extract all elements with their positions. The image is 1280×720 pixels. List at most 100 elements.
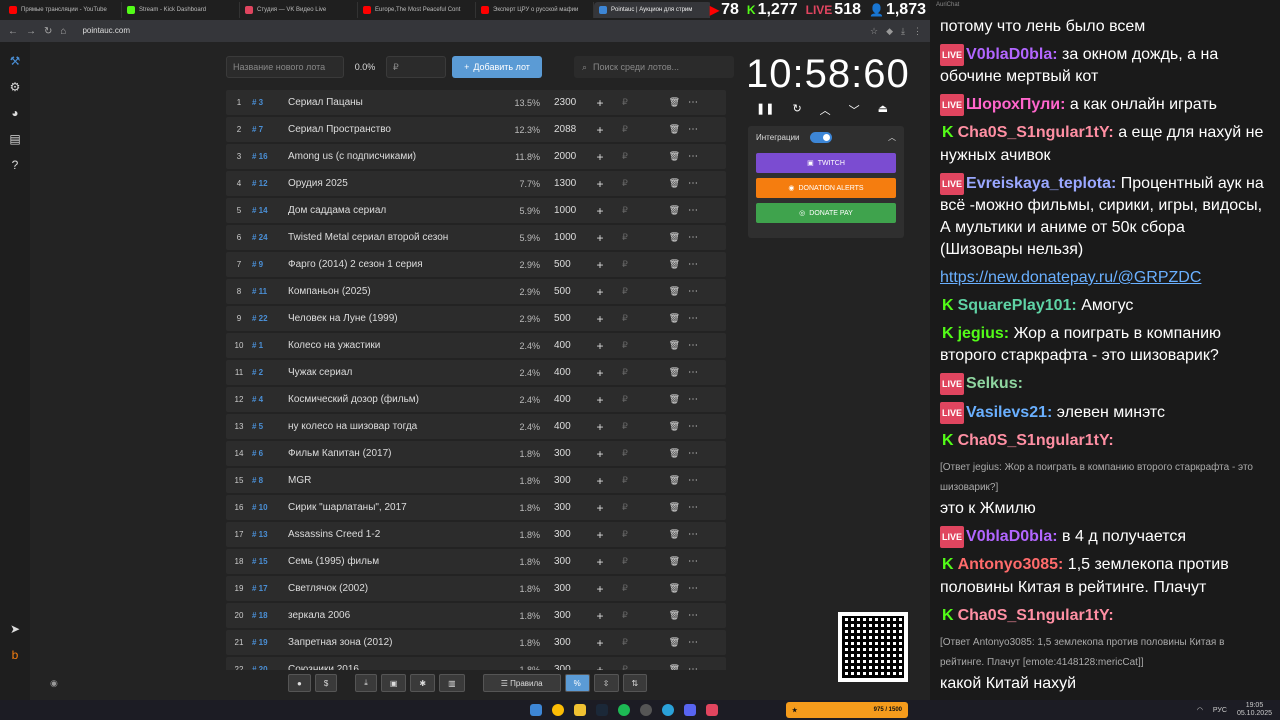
ruble-input[interactable]: ₽ bbox=[610, 664, 640, 670]
add-amount-icon[interactable]: + bbox=[590, 447, 610, 461]
lot-name[interactable]: Фарго (2014) 2 сезон 1 серия bbox=[288, 259, 504, 270]
add-amount-icon[interactable]: + bbox=[590, 663, 610, 671]
more-icon[interactable]: ⋯ bbox=[680, 529, 706, 540]
lot-name[interactable]: Фильм Капитан (2017) bbox=[288, 448, 504, 459]
star-icon[interactable]: ☆ bbox=[870, 26, 878, 37]
ruble-input[interactable]: ₽ bbox=[610, 637, 640, 648]
trash-icon[interactable]: 🗑 bbox=[640, 583, 680, 594]
lot-amount[interactable]: 500 bbox=[540, 286, 590, 297]
lot-name[interactable]: Колесо на ужастики bbox=[288, 340, 504, 351]
lot-name[interactable]: Компаньон (2025) bbox=[288, 286, 504, 297]
chat-username[interactable]: Evreiskaya_teplota: bbox=[966, 175, 1116, 192]
wifi-icon[interactable]: ◠ bbox=[1197, 706, 1203, 714]
lot-name[interactable]: Космический дозор (фильм) bbox=[288, 394, 504, 405]
lot-name[interactable]: Twisted Metal сериал второй сезон bbox=[288, 232, 504, 243]
lot-amount[interactable]: 500 bbox=[540, 313, 590, 324]
ruble-input[interactable]: ₽ bbox=[610, 529, 640, 540]
extension-icon[interactable]: ◆ bbox=[886, 26, 893, 37]
more-icon[interactable]: ⋯ bbox=[680, 394, 706, 405]
donate-pay-button[interactable]: ◎ DONATE PAY bbox=[756, 203, 896, 223]
lot-amount[interactable]: 1000 bbox=[540, 205, 590, 216]
github-button[interactable]: ● bbox=[288, 674, 311, 692]
lot-name[interactable]: Сериал Пространство bbox=[288, 124, 504, 135]
trash-icon[interactable]: 🗑 bbox=[640, 124, 680, 135]
lot-amount[interactable]: 300 bbox=[540, 556, 590, 567]
lot-amount[interactable]: 400 bbox=[540, 394, 590, 405]
lot-amount[interactable]: 300 bbox=[540, 529, 590, 540]
ruble-input[interactable]: ₽ bbox=[610, 583, 640, 594]
eject-icon[interactable]: ⏏ bbox=[878, 102, 888, 118]
add-amount-icon[interactable]: + bbox=[590, 366, 610, 380]
lot-amount[interactable]: 400 bbox=[540, 421, 590, 432]
add-amount-icon[interactable]: + bbox=[590, 636, 610, 650]
download-button[interactable]: ⤓ bbox=[355, 674, 377, 692]
more-icon[interactable]: ⋯ bbox=[680, 232, 706, 243]
more-icon[interactable]: ⋯ bbox=[680, 367, 706, 378]
more-icon[interactable]: ⋯ bbox=[680, 610, 706, 621]
add-amount-icon[interactable]: + bbox=[590, 258, 610, 272]
ruble-input[interactable]: ₽ bbox=[610, 178, 640, 189]
trash-icon[interactable]: 🗑 bbox=[640, 448, 680, 459]
ruble-input[interactable]: ₽ bbox=[610, 556, 640, 567]
chat-username[interactable]: Vasilevs21: bbox=[966, 404, 1052, 421]
history-icon[interactable]: ▤ bbox=[8, 132, 22, 146]
lot-name[interactable]: Семь (1995) фильм bbox=[288, 556, 504, 567]
lot-amount[interactable]: 500 bbox=[540, 259, 590, 270]
trash-icon[interactable]: 🗑 bbox=[640, 178, 680, 189]
more-icon[interactable]: ⋯ bbox=[680, 448, 706, 459]
more-icon[interactable]: ⋯ bbox=[680, 205, 706, 216]
add-amount-icon[interactable]: + bbox=[590, 393, 610, 407]
lot-amount[interactable]: 400 bbox=[540, 340, 590, 351]
integrations-toggle[interactable] bbox=[809, 131, 832, 143]
lot-name[interactable]: Светлячок (2002) bbox=[288, 583, 504, 594]
more-icon[interactable]: ⋯ bbox=[680, 313, 706, 324]
ruble-input[interactable]: ₽ bbox=[610, 610, 640, 621]
trash-icon[interactable]: 🗑 bbox=[640, 232, 680, 243]
add-amount-icon[interactable]: + bbox=[590, 609, 610, 623]
chat-username[interactable]: V0blaD0bla: bbox=[966, 528, 1058, 545]
more-icon[interactable]: ⋯ bbox=[680, 259, 706, 270]
ruble-input[interactable]: ₽ bbox=[610, 97, 640, 108]
steam-icon[interactable] bbox=[596, 704, 608, 716]
trash-icon[interactable]: 🗑 bbox=[640, 313, 680, 324]
trash-icon[interactable]: 🗑 bbox=[640, 529, 680, 540]
more-icon[interactable]: ⋯ bbox=[680, 340, 706, 351]
lot-amount[interactable]: 400 bbox=[540, 367, 590, 378]
telegram-icon[interactable]: ➤ bbox=[8, 622, 22, 636]
more-icon[interactable]: ⋯ bbox=[680, 664, 706, 670]
trash-icon[interactable]: 🗑 bbox=[640, 97, 680, 108]
more-icon[interactable]: ⋯ bbox=[680, 475, 706, 486]
ruble-input[interactable]: ₽ bbox=[610, 124, 640, 135]
trash-icon[interactable]: 🗑 bbox=[640, 556, 680, 567]
ruble-input[interactable]: ₽ bbox=[610, 340, 640, 351]
add-amount-icon[interactable]: + bbox=[590, 312, 610, 326]
lot-name[interactable]: Сирик "шарлатаны", 2017 bbox=[288, 502, 504, 513]
help-icon[interactable]: ? bbox=[8, 158, 22, 172]
lot-amount[interactable]: 300 bbox=[540, 610, 590, 621]
browser-tab[interactable]: Эксперт ЦРУ о русской мафии bbox=[476, 2, 594, 18]
ruble-input[interactable]: ₽ bbox=[610, 259, 640, 270]
ruble-input[interactable]: ₽ bbox=[610, 151, 640, 162]
more-icon[interactable]: ⋯ bbox=[680, 583, 706, 594]
lot-name[interactable]: Запретная зона (2012) bbox=[288, 637, 504, 648]
reset-icon[interactable]: ↻ bbox=[792, 102, 801, 118]
download-icon[interactable]: ⤓ bbox=[901, 26, 905, 37]
chat-link[interactable]: https://new.donatepay.ru/@GRPZDC bbox=[940, 269, 1201, 286]
browser-tab[interactable]: Студия — VK Видео Live bbox=[240, 2, 358, 18]
lot-name[interactable]: Орудия 2025 bbox=[288, 178, 504, 189]
clear-button[interactable]: ▥ bbox=[439, 674, 465, 692]
more-icon[interactable]: ⋯ bbox=[680, 637, 706, 648]
more-icon[interactable]: ⋯ bbox=[680, 151, 706, 162]
chat-username[interactable]: Cha0S_S1ngular1tY: bbox=[958, 125, 1114, 142]
ruble-input[interactable]: ₽ bbox=[610, 394, 640, 405]
add-lot-button[interactable]: + Добавить лот bbox=[452, 56, 542, 78]
trash-icon[interactable]: 🗑 bbox=[640, 367, 680, 378]
lot-name[interactable]: Assassins Creed 1-2 bbox=[288, 529, 504, 540]
trash-icon[interactable]: 🗑 bbox=[640, 502, 680, 513]
rules-button[interactable]: ☰ Правила bbox=[482, 674, 561, 692]
app-icon[interactable] bbox=[706, 704, 718, 716]
add-amount-icon[interactable]: + bbox=[590, 123, 610, 137]
lot-name[interactable]: Союзники 2016 bbox=[288, 664, 504, 670]
lot-name[interactable]: ну колесо на шизовар тогда bbox=[288, 421, 504, 432]
discord-icon[interactable] bbox=[684, 704, 696, 716]
